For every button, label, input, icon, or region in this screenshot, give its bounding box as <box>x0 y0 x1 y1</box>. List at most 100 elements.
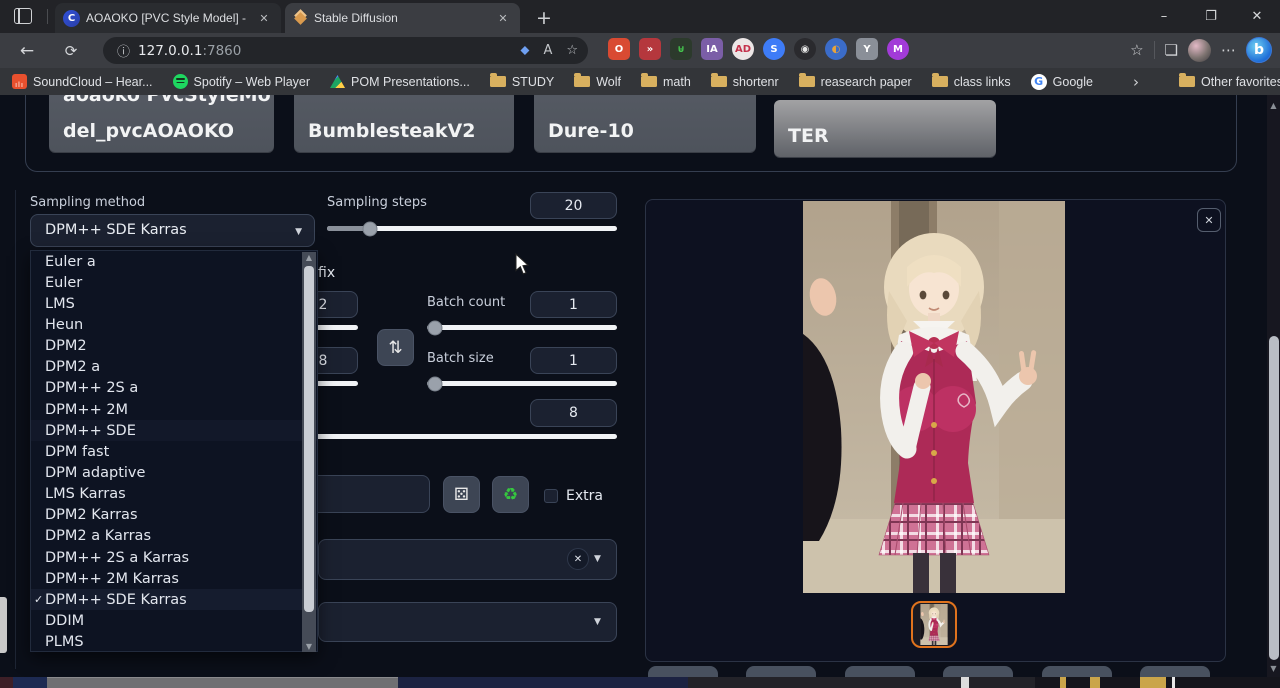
read-aloud-icon[interactable]: A <box>543 43 552 58</box>
window-minimize-button[interactable]: – <box>1141 0 1187 33</box>
sampling-option[interactable]: DPM2 a Karras <box>31 526 317 547</box>
refresh-button[interactable]: ⟳ <box>57 37 85 65</box>
ext-ia-icon[interactable]: IA <box>701 38 723 60</box>
scrollbar-thumb[interactable] <box>304 266 314 612</box>
cfg-scale-input[interactable]: 8 <box>530 399 617 427</box>
output-action-button[interactable] <box>845 666 915 677</box>
horizontal-scrollbar-thumb[interactable] <box>47 677 398 688</box>
bookmark-item[interactable]: math <box>641 75 691 89</box>
bookmark-item[interactable]: class links <box>932 75 1011 89</box>
scroll-up-icon[interactable]: ▲ <box>302 253 316 262</box>
swap-dimensions-button[interactable]: ⇅ <box>377 329 414 366</box>
window-restore-button[interactable]: ❐ <box>1188 0 1234 33</box>
sampling-option[interactable]: ✓DPM++ SDE Karras <box>31 589 317 610</box>
sampling-option[interactable]: PLMS <box>31 632 317 653</box>
sampling-option[interactable]: DPM adaptive <box>31 462 317 483</box>
scrollbar-thumb[interactable] <box>1269 336 1279 660</box>
page-scrollbar[interactable]: ▲ ▼ <box>1267 95 1280 677</box>
tab-stable-diffusion[interactable]: Stable Diffusion ✕ <box>285 3 520 33</box>
random-seed-dice-button[interactable]: ⚄ <box>443 476 480 513</box>
slider-thumb[interactable] <box>363 221 378 236</box>
new-tab-button[interactable]: + <box>532 6 556 30</box>
ext-globe-icon[interactable]: ◐ <box>825 38 847 60</box>
bookmarks-overflow-icon[interactable]: › <box>1133 73 1139 91</box>
output-action-button[interactable] <box>648 666 718 677</box>
ext-m-icon[interactable]: M <box>887 38 909 60</box>
ext-trash-icon[interactable]: ⊎ <box>670 38 692 60</box>
scroll-up-icon[interactable]: ▲ <box>1267 101 1280 110</box>
collections-add-icon[interactable]: ❏ <box>1165 41 1178 59</box>
sampling-option[interactable]: DPM++ 2S a <box>31 378 317 399</box>
chevron-down-icon[interactable]: ▼ <box>594 617 601 627</box>
batch-size-slider[interactable] <box>427 381 617 386</box>
ext-shazam-icon[interactable]: S <box>763 38 785 60</box>
generated-image[interactable] <box>803 201 1065 593</box>
batch-count-slider[interactable] <box>427 325 617 330</box>
bookmark-item[interactable]: ılıSoundCloud – Hear... <box>12 74 153 89</box>
sampling-option[interactable]: LMS Karras <box>31 484 317 505</box>
cfg-scale-slider[interactable] <box>270 434 617 439</box>
sampling-option[interactable]: DPM++ SDE <box>31 420 317 441</box>
output-action-button[interactable] <box>1042 666 1112 677</box>
back-button[interactable]: ← <box>13 37 41 65</box>
sampling-steps-slider[interactable] <box>327 226 617 231</box>
checkpoint-card[interactable]: TER <box>774 100 996 157</box>
sampling-option[interactable]: DPM2 a <box>31 357 317 378</box>
sampling-option[interactable]: Heun <box>31 314 317 335</box>
sampling-method-select[interactable]: DPM++ SDE Karras ▼ <box>30 214 315 247</box>
dropdown-scrollbar[interactable]: ▲ ▼ <box>302 252 316 652</box>
workspaces-icon[interactable] <box>14 8 32 24</box>
profile-avatar[interactable] <box>1188 39 1211 62</box>
scroll-down-icon[interactable]: ▼ <box>302 642 316 651</box>
tab-aoaoko[interactable]: C AOAOKO [PVC Style Model] - PV ✕ <box>55 3 281 33</box>
bing-discover-icon[interactable]: b <box>1246 37 1272 63</box>
scroll-down-icon[interactable]: ▼ <box>1267 664 1280 673</box>
bookmark-item[interactable]: shortenr <box>711 75 779 89</box>
ext-y-icon[interactable]: Y <box>856 38 878 60</box>
sampling-option[interactable]: LMS <box>31 293 317 314</box>
sampling-steps-input[interactable]: 20 <box>530 192 617 219</box>
checkpoint-card[interactable]: BumblesteakV2 <box>294 95 514 152</box>
bookmark-item[interactable]: Spotify – Web Player <box>173 74 311 89</box>
ext-adblock-icon[interactable]: AD <box>732 38 754 60</box>
gallery-thumbnail[interactable] <box>911 601 957 648</box>
address-bar[interactable]: ⓘ 127.0.0.1 :7860 ⬥ A ☆ <box>103 37 588 64</box>
batch-size-input[interactable]: 1 <box>530 347 617 374</box>
bookmark-item[interactable]: POM Presentations... <box>330 75 470 89</box>
bookmark-item[interactable]: reasearch paper <box>799 75 912 89</box>
ext-o-icon[interactable]: O <box>608 38 630 60</box>
tag-icon[interactable]: ⬥ <box>520 43 529 58</box>
checkpoint-card[interactable]: Dure-10 <box>534 95 756 152</box>
sampling-option[interactable]: DPM fast <box>31 441 317 462</box>
ext-fastforward-icon[interactable]: » <box>639 38 661 60</box>
sampling-option[interactable]: DPM2 Karras <box>31 505 317 526</box>
bookmark-item[interactable]: STUDY <box>490 75 554 89</box>
slider-thumb[interactable] <box>428 320 443 335</box>
extra-checkbox[interactable] <box>544 489 558 503</box>
output-action-button[interactable] <box>1140 666 1210 677</box>
output-action-button[interactable] <box>746 666 816 677</box>
chevron-down-icon[interactable]: ▼ <box>594 554 601 564</box>
slider-thumb[interactable] <box>428 376 443 391</box>
close-image-button[interactable]: ✕ <box>1197 208 1221 232</box>
sampling-option[interactable]: Euler <box>31 272 317 293</box>
tab-close-icon[interactable]: ✕ <box>494 9 512 27</box>
checkpoint-card[interactable]: aoaoko PvcStyleModel_pvcAOAOKO <box>49 95 274 152</box>
output-action-button[interactable] <box>943 666 1013 677</box>
sampling-option[interactable]: DDIM <box>31 610 317 631</box>
clear-styles-icon[interactable]: ✕ <box>567 548 589 570</box>
tab-close-icon[interactable]: ✕ <box>255 9 273 27</box>
sampling-option[interactable]: DPM++ 2M Karras <box>31 568 317 589</box>
site-info-icon[interactable]: ⓘ <box>117 41 130 60</box>
batch-count-input[interactable]: 1 <box>530 291 617 318</box>
hires-fix-label[interactable]: fix <box>318 265 335 281</box>
sampling-option[interactable]: DPM++ 2M <box>31 399 317 420</box>
more-menu-icon[interactable]: ⋯ <box>1221 41 1236 59</box>
bookmark-item[interactable]: GGoogle <box>1031 74 1093 90</box>
sampling-option[interactable]: DPM2 <box>31 336 317 357</box>
bookmark-item[interactable]: Wolf <box>574 75 621 89</box>
window-close-button[interactable]: ✕ <box>1234 0 1280 33</box>
ext-pin-icon[interactable]: ◉ <box>794 38 816 60</box>
script-dropdown[interactable] <box>318 602 617 642</box>
other-favorites[interactable]: Other favorites <box>1179 75 1280 89</box>
